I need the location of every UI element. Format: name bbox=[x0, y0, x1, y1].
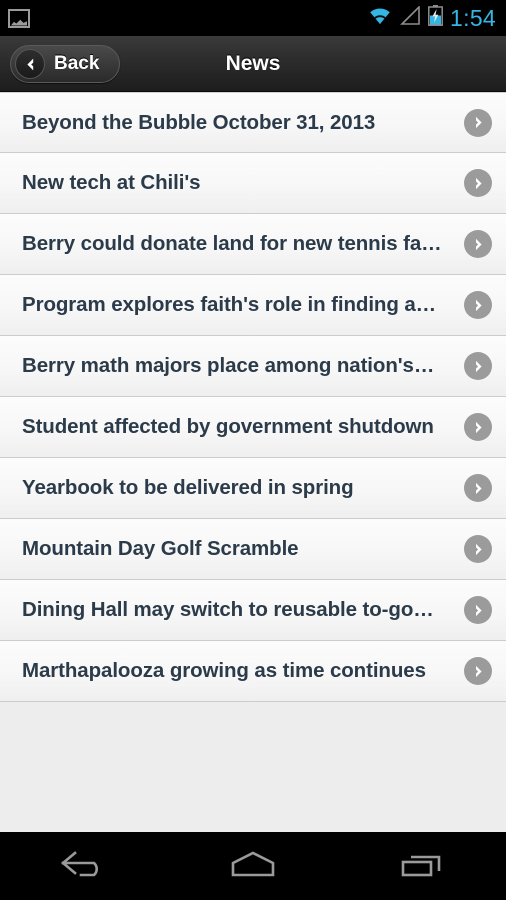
list-item-title: New tech at Chili's bbox=[22, 171, 201, 194]
list-item[interactable]: Berry could donate land for new tennis f… bbox=[0, 214, 506, 275]
photo-icon bbox=[8, 8, 30, 28]
list-item[interactable]: Student affected by government shutdown bbox=[0, 397, 506, 458]
list-item[interactable]: New tech at Chili's bbox=[0, 153, 506, 214]
list-item[interactable]: Yearbook to be delivered in spring bbox=[0, 458, 506, 519]
battery-charging-icon bbox=[428, 5, 443, 31]
list-item-title: Mountain Day Golf Scramble bbox=[22, 537, 299, 560]
system-recents-icon bbox=[394, 847, 450, 886]
phone-screen: 1:54 Back News Beyond the Bubble October… bbox=[0, 0, 506, 900]
system-navigation-bar bbox=[0, 832, 506, 900]
list-item-title: Berry math majors place among nation's… bbox=[22, 354, 435, 377]
chevron-right-icon[interactable] bbox=[464, 413, 492, 441]
back-button[interactable]: Back bbox=[10, 45, 121, 83]
system-home-icon bbox=[225, 847, 281, 886]
chevron-right-icon[interactable] bbox=[464, 108, 492, 137]
list-item-title: Berry could donate land for new tennis f… bbox=[22, 232, 442, 255]
chevron-right-icon[interactable] bbox=[464, 352, 492, 380]
chevron-right-icon[interactable] bbox=[464, 535, 492, 563]
list-item-title: Yearbook to be delivered in spring bbox=[22, 476, 354, 499]
list-item-title: Program explores faith's role in finding… bbox=[22, 293, 437, 316]
chevron-right-icon[interactable] bbox=[464, 596, 492, 624]
chevron-right-icon[interactable] bbox=[464, 474, 492, 502]
action-bar: Back News bbox=[0, 36, 506, 92]
chevron-left-icon bbox=[15, 49, 45, 79]
list-item-title: Marthapalooza growing as time continues bbox=[22, 659, 426, 682]
back-button-label: Back bbox=[54, 53, 100, 74]
list-item[interactable]: Marthapalooza growing as time continues bbox=[0, 641, 506, 702]
status-bar: 1:54 bbox=[0, 0, 506, 36]
list-item-title: Beyond the Bubble October 31, 2013 bbox=[22, 110, 376, 134]
cellular-signal-icon bbox=[399, 5, 421, 30]
wifi-icon bbox=[368, 6, 392, 30]
list-item[interactable]: Mountain Day Golf Scramble bbox=[0, 519, 506, 580]
list-item[interactable]: Program explores faith's role in finding… bbox=[0, 275, 506, 336]
list-item[interactable]: Beyond the Bubble October 31, 2013 bbox=[0, 92, 506, 153]
news-list: Beyond the Bubble October 31, 2013 New te… bbox=[0, 92, 506, 702]
list-item[interactable]: Berry math majors place among nation's… bbox=[0, 336, 506, 397]
chevron-right-icon[interactable] bbox=[464, 657, 492, 685]
status-bar-clock: 1:54 bbox=[450, 4, 496, 31]
system-back-icon bbox=[58, 847, 110, 886]
list-item[interactable]: Dining Hall may switch to reusable to-go… bbox=[0, 580, 506, 641]
system-recents-button[interactable] bbox=[337, 832, 506, 900]
list-item-title: Student affected by government shutdown bbox=[22, 415, 434, 438]
system-back-button[interactable] bbox=[0, 832, 169, 900]
status-bar-notifications bbox=[8, 8, 30, 28]
chevron-right-icon[interactable] bbox=[464, 230, 492, 258]
system-home-button[interactable] bbox=[169, 832, 338, 900]
chevron-right-icon[interactable] bbox=[464, 291, 492, 319]
list-item-title: Dining Hall may switch to reusable to-go… bbox=[22, 598, 434, 621]
chevron-right-icon[interactable] bbox=[464, 169, 492, 197]
status-bar-system-icons: 1:54 bbox=[368, 5, 496, 31]
